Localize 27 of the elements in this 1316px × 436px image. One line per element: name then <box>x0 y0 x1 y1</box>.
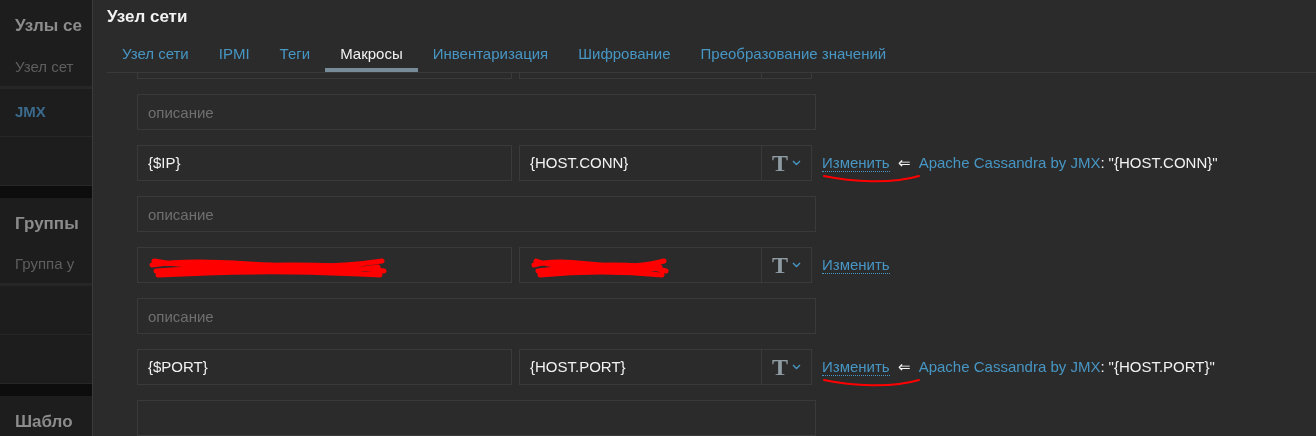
separator: : <box>1100 356 1105 377</box>
section-title: Группы <box>14 212 80 235</box>
tab[interactable]: Инвентаризация <box>417 40 564 72</box>
tab[interactable]: Макросы <box>325 40 418 72</box>
macro-field[interactable]: {$IP} <box>137 145 512 181</box>
change-link[interactable]: Изменить <box>822 357 890 376</box>
inherited-value: "{HOST.PORT}" <box>1108 356 1215 377</box>
tab[interactable]: Шифрование <box>563 40 686 72</box>
template-link[interactable]: Apache Cassandra by JMX <box>918 151 1101 175</box>
description-field[interactable]: описание <box>137 298 816 334</box>
change-link[interactable]: Изменить <box>822 153 890 172</box>
section-title: Узлы се <box>14 15 83 37</box>
macro-field[interactable]: {$PORT} <box>137 349 512 385</box>
tab[interactable]: Узел сети <box>107 40 204 72</box>
separator: : <box>1100 152 1105 173</box>
inherit-arrow: ⇐ <box>897 152 911 173</box>
inherited-value: "{HOST.CONN}" <box>1108 152 1218 173</box>
change-link[interactable]: Изменить <box>822 255 890 274</box>
tab[interactable]: Теги <box>264 40 326 72</box>
template-link[interactable]: Apache Cassandra by JMX <box>918 355 1101 379</box>
dialog-title: Узел сети <box>106 6 189 28</box>
section-title: Шабло <box>14 411 74 433</box>
description-field[interactable]: описание <box>137 94 816 130</box>
tab[interactable]: IPMI <box>203 40 265 72</box>
inherit-arrow: ⇐ <box>897 356 911 377</box>
description-field[interactable]: описание <box>137 196 816 232</box>
tab[interactable]: Преобразование значений <box>685 40 902 72</box>
